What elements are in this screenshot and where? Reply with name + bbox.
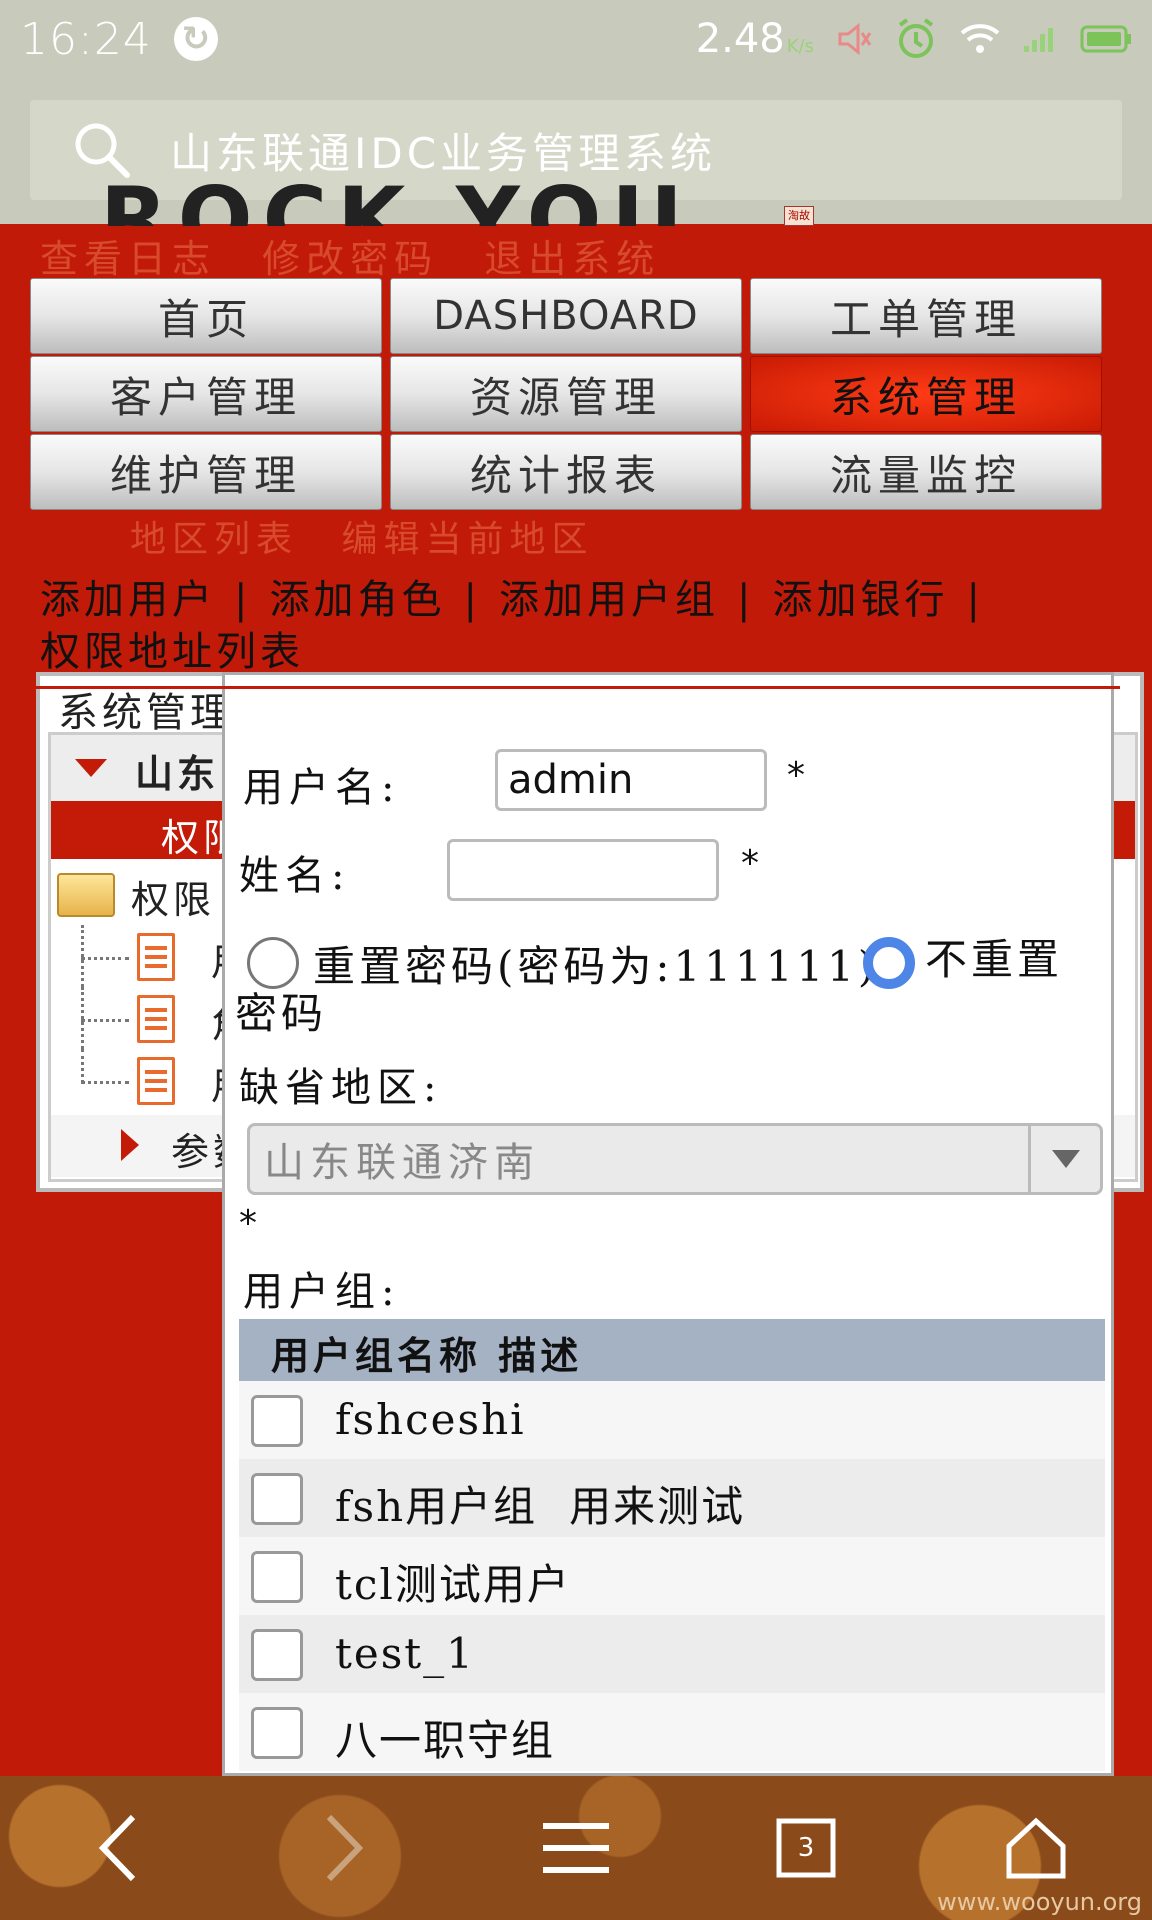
table-body: fshceshi fsh用户组 用来测试 tcl测试用户 test_1 八一职守组 [239,1381,1105,1771]
region-select-value: 山东联通济南 [264,1140,540,1186]
main-menu: 首页 DASHBOARD 工单管理 客户管理 资源管理 系统管理 维护管理 统计… [30,278,1102,510]
group-name: 八一职守组 [335,1716,556,1765]
required-mark: * [741,843,759,884]
menu-maintenance[interactable]: 维护管理 [30,434,382,510]
link-add-user[interactable]: 添加用户 [40,577,216,623]
table-row: fsh用户组 用来测试 [239,1459,1105,1537]
group-checkbox[interactable] [251,1551,303,1603]
watermark: www.wooyun.org [937,1888,1142,1916]
expand-right-icon [121,1129,139,1161]
group-name: test_1 [335,1629,475,1678]
link-permission-urls[interactable]: 权限地址列表 [40,629,304,675]
tab-count: 3 [797,1833,815,1863]
status-right: 2.48 K/s [696,16,1132,62]
required-mark: * [787,755,805,796]
required-mark: * [239,1203,257,1244]
home-button[interactable] [998,1810,1074,1886]
back-button[interactable] [80,1810,156,1886]
tabs-button[interactable]: 3 [768,1810,844,1886]
home-icon [1006,1817,1066,1879]
menu-traffic[interactable]: 流量监控 [750,434,1102,510]
region-label: 缺省地区: [239,1065,443,1111]
group-name: fsh用户组 用来测试 [335,1482,746,1531]
link-add-bank[interactable]: 添加银行 [772,577,948,623]
net-speed: 2.48 K/s [695,16,814,62]
sub-links: 地区列表 编辑当前地区 [130,510,619,562]
group-checkbox[interactable] [251,1707,303,1759]
status-time: 16:24 [20,13,152,65]
table-header: 用户组名称 描述 [239,1319,1105,1381]
group-name: tcl测试用户 [335,1560,571,1609]
menu-icon [543,1823,609,1873]
table-row: test_1 [239,1615,1105,1693]
menu-resources[interactable]: 资源管理 [390,356,742,432]
radio-no-reset-label: 不重置密码 [235,935,1064,1038]
table-row: tcl测试用户 [239,1537,1105,1615]
divider-line [36,686,1120,689]
group-checkbox[interactable] [251,1395,303,1447]
table-row: fshceshi [239,1381,1105,1459]
expand-down-icon [75,759,107,777]
username-label: 用户名: [243,765,401,811]
link-add-user-group[interactable]: 添加用户组 [499,577,719,623]
group-checkbox[interactable] [251,1629,303,1681]
separator: | [966,577,984,623]
top-links: 查看日志 修改密码 退出系统 [40,228,688,283]
forward-button[interactable] [306,1810,382,1886]
separator: | [736,577,755,623]
username-input[interactable] [495,749,767,811]
back-arrow-icon [98,1814,136,1882]
table-row: 八一职守组 [239,1693,1105,1771]
user-group-table: 用户组名称 描述 fshceshi fsh用户组 用来测试 tcl测试用户 tes… [239,1319,1105,1771]
group-checkbox[interactable] [251,1473,303,1525]
folder-icon [57,873,115,917]
site-logo: ROCK YOU [100,170,693,226]
link-add-role[interactable]: 添加角色 [269,577,445,623]
link-change-password[interactable]: 修改密码 [262,237,438,281]
alarm-icon [898,18,934,58]
signal-icon [1024,28,1053,52]
document-icon [137,933,175,981]
mute-icon [838,22,872,56]
name-input[interactable] [447,839,719,901]
forward-arrow-icon [326,1814,364,1882]
chevron-down-icon [1028,1126,1100,1192]
sync-icon: ↻ [173,17,218,61]
menu-button[interactable] [538,1810,614,1886]
menu-home[interactable]: 首页 [30,278,382,354]
link-logout[interactable]: 退出系统 [484,237,660,281]
document-icon [137,995,175,1043]
browser-nav-bar: 3 www.wooyun.org [0,1776,1152,1920]
menu-system[interactable]: 系统管理 [750,356,1102,432]
document-icon [137,1057,175,1105]
region-select[interactable]: 山东联通济南 [247,1123,1103,1195]
menu-reports[interactable]: 统计报表 [390,434,742,510]
battery-icon [1080,25,1131,53]
link-region-list[interactable]: 地区列表 [130,519,298,560]
name-label: 姓名: [239,853,351,899]
link-view-log[interactable]: 查看日志 [40,237,216,281]
separator: | [463,577,481,623]
separator: | [234,577,252,623]
menu-work-orders[interactable]: 工单管理 [750,278,1102,354]
taobao-badge: 淘故 [784,206,814,226]
status-bar: 16:24 ↻ 2.48 K/s [0,0,1152,78]
group-label: 用户组: [243,1269,401,1315]
group-name: fshceshi [335,1395,526,1444]
link-edit-region[interactable]: 编辑当前地区 [341,519,593,560]
menu-customers[interactable]: 客户管理 [30,356,382,432]
edit-user-dialog: 用户名: * 姓名: * 重置密码(密码为:111111) 不重置密码 缺省地区… [222,672,1114,1776]
menu-dashboard[interactable]: DASHBOARD [390,278,742,354]
wifi-icon [960,24,1000,53]
action-links: 添加用户 | 添加角色 | 添加用户组 | 添加银行 | 权限地址列表 [40,574,1110,678]
